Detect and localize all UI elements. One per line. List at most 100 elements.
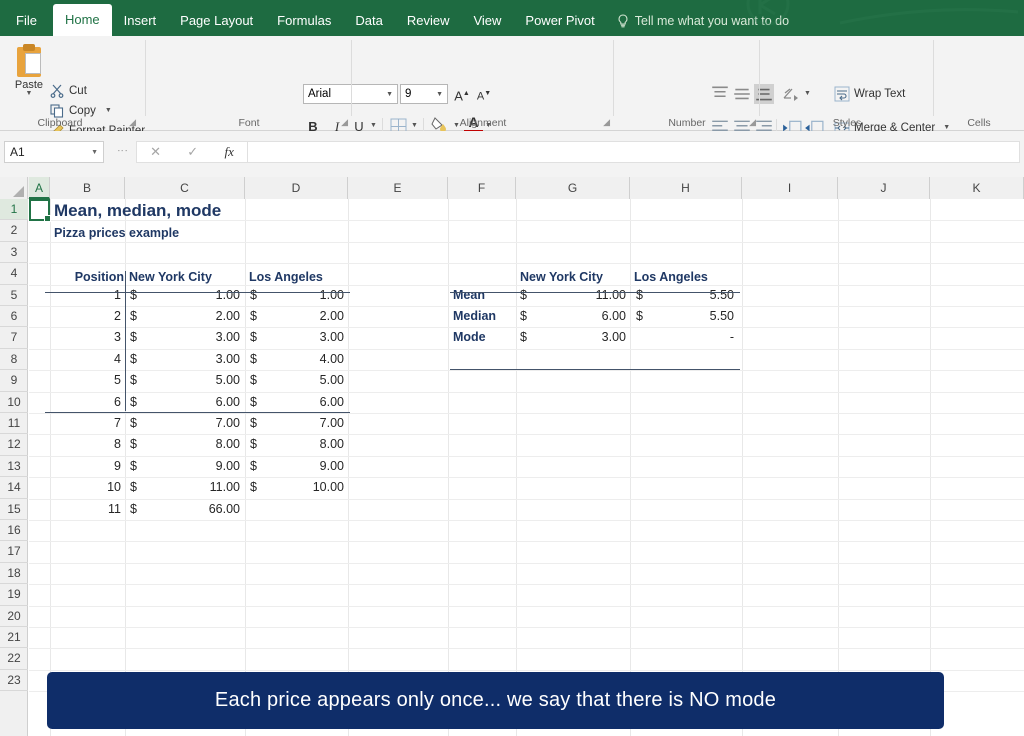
right-cell-nyc-value-1: 11.00 [595, 287, 626, 302]
row-header-18[interactable]: 18 [0, 563, 28, 585]
row-header-23[interactable]: 23 [0, 670, 28, 692]
name-box[interactable]: A1 ▼ [4, 141, 104, 163]
row-header-8[interactable]: 8 [0, 349, 28, 371]
column-header-c[interactable]: C [125, 177, 245, 199]
left-cell-la-symbol-2: $ [250, 309, 257, 323]
left-cell-nyc-symbol-11: $ [130, 501, 137, 516]
enter-formula-icon[interactable]: ✓ [187, 144, 198, 160]
left-cell-la-value-9: 9.00 [319, 458, 344, 473]
grid-row-line [29, 520, 1024, 521]
left-cell-la-value-5: 5.00 [319, 373, 344, 388]
tab-power-pivot[interactable]: Power Pivot [513, 6, 606, 36]
spreadsheet-grid: A B C D E F G H I J K 1 2 3 4 5 6 7 8 9 10 11 12 13 1… [0, 177, 1024, 736]
left-cell-la-symbol-8: $ [250, 437, 257, 452]
row-header-21[interactable]: 21 [0, 627, 28, 649]
column-header-e[interactable]: E [348, 177, 448, 199]
paste-dropdown-caret[interactable]: ▼ [8, 90, 50, 97]
left-cell-nyc-value-1: 1.00 [215, 287, 240, 302]
clipboard-dialog-launcher[interactable]: ◢ [129, 117, 136, 128]
alignment-group-label: Alignment [459, 117, 507, 129]
column-header-a[interactable]: A [29, 177, 50, 199]
caption-text: Each price appears only once... we say t… [214, 689, 777, 711]
name-box-value: A1 [10, 145, 25, 159]
tab-page-layout[interactable]: Page Layout [168, 6, 265, 36]
lightbulb-icon [617, 14, 629, 28]
formula-bar-grip[interactable]: ⋮ [116, 145, 129, 154]
row-header-16[interactable]: 16 [0, 520, 28, 542]
row-header-19[interactable]: 19 [0, 584, 28, 606]
column-header-f[interactable]: F [448, 177, 516, 199]
tab-file[interactable]: File [0, 6, 53, 36]
row-header-6[interactable]: 6 [0, 306, 28, 328]
tab-formulas[interactable]: Formulas [265, 6, 343, 36]
formula-input[interactable] [248, 141, 1020, 163]
active-cell-a1[interactable] [29, 199, 51, 222]
font-dialog-launcher[interactable]: ◢ [341, 117, 348, 128]
row-header-17[interactable]: 17 [0, 541, 28, 563]
tell-me-box[interactable]: Tell me what you want to do [607, 6, 789, 36]
left-cell-nyc-symbol-7: $ [130, 416, 137, 430]
row-header-22[interactable]: 22 [0, 648, 28, 670]
left-cell-la-value-10: 10.00 [312, 480, 344, 495]
number-dialog-launcher[interactable]: ◢ [749, 117, 756, 128]
right-cell-la-value-2: 5.50 [709, 309, 734, 323]
column-header-g[interactable]: G [516, 177, 630, 199]
sheet-title: Mean, median, mode [54, 201, 222, 220]
grid-row-line [29, 391, 1024, 393]
left-table-header-la: Los Angeles [249, 270, 323, 284]
column-header-d[interactable]: D [245, 177, 348, 199]
column-header-j[interactable]: J [838, 177, 930, 199]
row-header-2[interactable]: 2 [0, 220, 28, 242]
left-cell-nyc-symbol-9: $ [130, 458, 137, 473]
styles-group-label: Styles [832, 117, 862, 129]
grid-row-line [29, 455, 1024, 457]
row-header-10[interactable]: 10 [0, 392, 28, 413]
column-header-k[interactable]: K [930, 177, 1024, 199]
insert-function-icon[interactable]: fx [224, 144, 233, 160]
left-cell-nyc-symbol-6: $ [130, 394, 137, 409]
tell-me-label: Tell me what you want to do [634, 14, 790, 28]
alignment-dialog-launcher[interactable]: ◢ [603, 117, 610, 128]
sheet-subtitle: Pizza prices example [54, 226, 180, 240]
paste-button[interactable]: Paste ▼ [8, 42, 50, 118]
column-header-i[interactable]: I [742, 177, 838, 199]
tab-review[interactable]: Review [395, 6, 462, 36]
row-header-15[interactable]: 15 [0, 499, 28, 520]
row-header-14[interactable]: 14 [0, 477, 28, 499]
grid-row-line [29, 627, 1024, 628]
copy-dropdown-caret[interactable]: ▼ [105, 107, 112, 114]
tab-data[interactable]: Data [343, 6, 394, 36]
row-header-9[interactable]: 9 [0, 370, 28, 392]
cut-button[interactable]: Cut [50, 80, 87, 101]
row-header-4[interactable]: 4 [0, 263, 28, 285]
select-all-corner[interactable] [0, 177, 28, 199]
row-header-20[interactable]: 20 [0, 606, 28, 627]
tab-insert[interactable]: Insert [112, 6, 169, 36]
left-table-header-nyc: New York City [129, 270, 212, 284]
right-cell-nyc-value-3: 3.00 [601, 330, 626, 345]
grid-row-line [29, 584, 1024, 586]
column-header-b[interactable]: B [50, 177, 125, 199]
row-header-13[interactable]: 13 [0, 456, 28, 478]
left-cell-nyc-value-11: 66.00 [208, 501, 240, 516]
row-header-1[interactable]: 1 [0, 199, 28, 221]
left-cell-position-1: 1 [114, 287, 121, 302]
row-header-11[interactable]: 11 [0, 413, 28, 435]
name-box-caret: ▼ [91, 148, 98, 156]
left-cell-nyc-value-2: 2.00 [215, 309, 240, 323]
row-header-3[interactable]: 3 [0, 242, 28, 264]
tab-view[interactable]: View [461, 6, 513, 36]
grid-row-line [29, 648, 1024, 650]
tab-home[interactable]: Home [52, 4, 112, 36]
row-header-7[interactable]: 7 [0, 327, 28, 349]
grid-column-line [516, 199, 517, 736]
copy-icon [50, 103, 64, 118]
column-header-h[interactable]: H [630, 177, 742, 199]
row-header-5[interactable]: 5 [0, 285, 28, 306]
cancel-formula-icon[interactable]: ✕ [150, 144, 161, 160]
right-cell-la-value-3: - [729, 330, 734, 345]
right-cell-nyc-symbol-3: $ [520, 330, 527, 345]
right-table-header-nyc: New York City [520, 270, 603, 284]
row-header-12[interactable]: 12 [0, 434, 28, 456]
left-cell-nyc-symbol-1: $ [130, 287, 137, 302]
